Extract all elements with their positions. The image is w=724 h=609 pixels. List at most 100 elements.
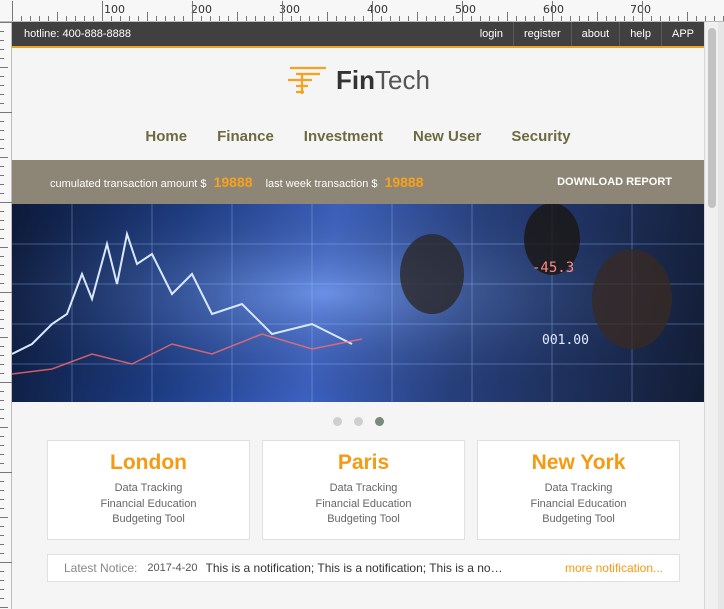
card-item[interactable]: Financial Education: [48, 497, 249, 513]
ruler-label: 400: [367, 3, 388, 16]
nav-home[interactable]: Home: [130, 128, 202, 145]
download-report-button[interactable]: DOWNLOAD REPORT: [557, 176, 672, 188]
ruler-tick: [0, 517, 8, 518]
card-item[interactable]: Financial Education: [263, 497, 464, 513]
ruler-tick: [0, 49, 4, 50]
card-item[interactable]: Financial Education: [478, 497, 679, 513]
ruler-tick: [165, 16, 166, 21]
help-link[interactable]: help: [619, 22, 661, 46]
card-new-york[interactable]: New York Data Tracking Financial Educati…: [477, 440, 680, 540]
card-item[interactable]: Data Tracking: [48, 481, 249, 497]
ruler-tick: [633, 16, 634, 21]
ruler-tick: [0, 463, 4, 464]
vertical-ruler: [0, 22, 12, 609]
brand-name[interactable]: FinTech: [336, 65, 430, 96]
nav-finance[interactable]: Finance: [202, 128, 289, 145]
ruler-tick: [372, 1, 373, 21]
ruler-tick: [0, 292, 12, 293]
nav-new-user[interactable]: New User: [398, 128, 496, 145]
nav-investment[interactable]: Investment: [289, 128, 398, 145]
ruler-tick: [0, 256, 4, 257]
brand-name-bold: Fin: [336, 64, 376, 95]
carousel-dot-2[interactable]: [353, 416, 363, 426]
ruler-tick: [0, 598, 4, 599]
ruler-tick: [39, 16, 40, 21]
register-link[interactable]: register: [512, 22, 571, 46]
ruler-tick: [0, 139, 4, 140]
ruler-tick: [570, 16, 571, 21]
vertical-scrollbar[interactable]: [704, 22, 718, 609]
ruler-tick: [381, 16, 382, 21]
ruler-tick: [0, 427, 8, 428]
ruler-tick: [0, 535, 4, 536]
ruler-tick: [0, 283, 4, 284]
ruler-tick: [0, 247, 8, 248]
ruler-tick: [183, 16, 184, 21]
ruler-tick: [543, 16, 544, 21]
ruler-tick: [264, 16, 265, 21]
ruler-tick: [561, 16, 562, 21]
card-london[interactable]: London Data Tracking Financial Education…: [47, 440, 250, 540]
app-link[interactable]: APP: [660, 22, 704, 46]
ruler-tick: [0, 400, 4, 401]
ruler-tick: [0, 103, 4, 104]
ruler-tick: [0, 319, 4, 320]
ruler-tick: [525, 16, 526, 21]
ruler-tick: [0, 571, 4, 572]
ruler-tick: [696, 16, 697, 21]
carousel-dot-3[interactable]: [374, 416, 384, 426]
fintech-logo-icon[interactable]: [286, 63, 330, 97]
ruler-tick: [0, 22, 12, 23]
ruler-tick: [0, 76, 4, 77]
ruler-tick: [192, 1, 193, 21]
ruler-tick: [282, 1, 283, 21]
ruler-tick: [0, 265, 4, 266]
carousel-dot-1[interactable]: [332, 416, 342, 426]
ruler-tick: [516, 16, 517, 21]
main-navigation: Home Finance Investment New User Securit…: [12, 112, 704, 160]
ruler-tick: [0, 454, 4, 455]
ruler-tick: [534, 16, 535, 21]
ruler-label: 200: [191, 3, 212, 16]
ruler-tick: [0, 418, 4, 419]
ruler-tick: [0, 346, 4, 347]
ruler-tick: [0, 580, 4, 581]
card-item[interactable]: Data Tracking: [263, 481, 464, 497]
login-link[interactable]: login: [470, 22, 513, 46]
ruler-tick: [669, 16, 670, 21]
ruler-tick: [0, 58, 4, 59]
top-bar: hotline: 400-888-8888 login register abo…: [12, 22, 704, 48]
card-item[interactable]: Budgeting Tool: [478, 512, 679, 528]
web-page: hotline: 400-888-8888 login register abo…: [12, 22, 704, 609]
stats-group: cumulated transaction amount $ 19888 las…: [50, 174, 434, 190]
ruler-tick: [0, 67, 8, 68]
ruler-tick: [0, 490, 4, 491]
ruler-tick: [0, 472, 12, 473]
card-item[interactable]: Budgeting Tool: [48, 512, 249, 528]
ruler-tick: [687, 12, 688, 21]
card-title: Paris: [337, 451, 390, 474]
about-link[interactable]: about: [570, 22, 620, 46]
more-notification-link[interactable]: more notification...: [565, 561, 663, 575]
ruler-tick: [210, 16, 211, 21]
notice-text[interactable]: This is a notification; This is a notifi…: [206, 561, 506, 575]
ruler-tick: [0, 193, 4, 194]
ruler-tick: [0, 481, 4, 482]
card-item[interactable]: Budgeting Tool: [263, 512, 464, 528]
ruler-tick: [0, 31, 4, 32]
ruler-tick: [363, 16, 364, 21]
card-paris[interactable]: Paris Data Tracking Financial Education …: [262, 440, 465, 540]
carousel-indicators: [12, 402, 704, 440]
ruler-tick: [0, 85, 4, 86]
ruler-tick: [354, 16, 355, 21]
ruler-tick: [0, 274, 4, 275]
ruler-tick: [309, 16, 310, 21]
ruler-tick: [0, 310, 4, 311]
ruler-tick: [0, 508, 4, 509]
ruler-tick: [0, 157, 8, 158]
scrollbar-thumb[interactable]: [708, 28, 716, 208]
card-item[interactable]: Data Tracking: [478, 481, 679, 497]
ruler-tick: [111, 16, 112, 21]
ruler-tick: [426, 16, 427, 21]
nav-security[interactable]: Security: [496, 128, 585, 145]
